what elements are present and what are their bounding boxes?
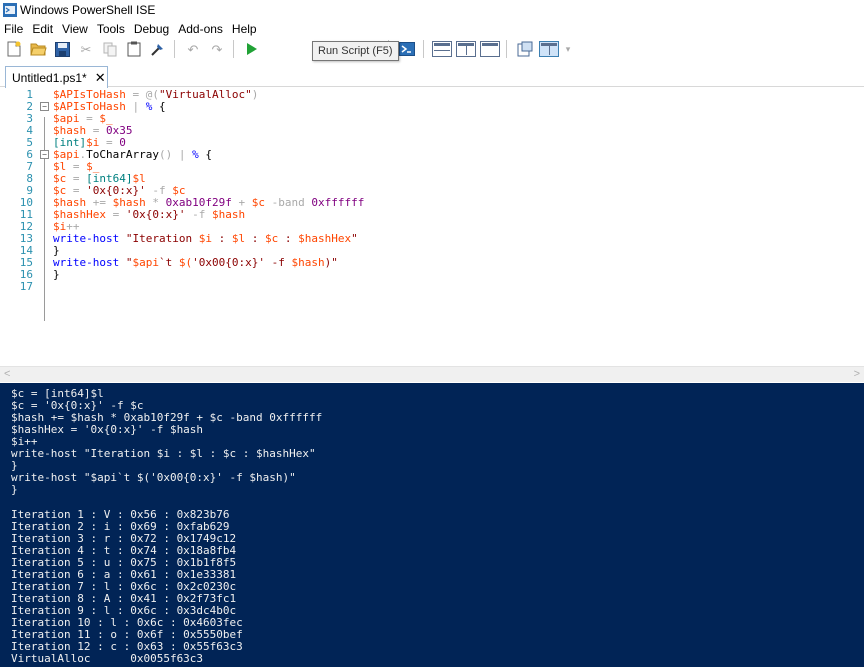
menu-help[interactable]: Help bbox=[228, 22, 262, 36]
toolbar-separator bbox=[174, 40, 175, 58]
console-line: } bbox=[11, 483, 18, 496]
save-icon[interactable] bbox=[52, 39, 72, 59]
console-line: $hashHex = '0x{0:x}' -f $hash bbox=[11, 423, 204, 436]
console-pane[interactable]: $c = [int64]$l $c = '0x{0:x}' -f $c $has… bbox=[0, 383, 864, 667]
code-line-13: write-host "Iteration $i : $l : $c : $ha… bbox=[53, 232, 358, 245]
undo-icon[interactable]: ↶ bbox=[183, 39, 203, 59]
menu-edit[interactable]: Edit bbox=[28, 22, 58, 36]
redo-icon[interactable]: ↷ bbox=[207, 39, 227, 59]
tab-untitled1[interactable]: Untitled1.ps1* ✕ bbox=[5, 66, 108, 88]
line-number: 17 bbox=[19, 280, 33, 293]
toolbar: ✂ ↶ ↷ ▾ bbox=[0, 38, 864, 60]
code-line-15: write-host "$api`t $('0x00{0:x}' -f $has… bbox=[53, 256, 338, 269]
paste-icon[interactable] bbox=[124, 39, 144, 59]
window-title: Windows PowerShell ISE bbox=[20, 3, 156, 17]
editor-horizontal-scrollbar[interactable]: < > bbox=[0, 366, 864, 382]
open-folder-icon[interactable] bbox=[28, 39, 48, 59]
menu-tools[interactable]: Tools bbox=[93, 22, 130, 36]
close-icon[interactable]: ✕ bbox=[95, 70, 106, 86]
layout-max-icon[interactable] bbox=[480, 39, 500, 59]
menu-debug[interactable]: Debug bbox=[130, 22, 174, 36]
cut-icon[interactable]: ✂ bbox=[76, 39, 96, 59]
scroll-right-icon[interactable]: > bbox=[854, 368, 860, 380]
layout-top-icon[interactable] bbox=[432, 39, 452, 59]
copy-icon[interactable] bbox=[100, 39, 120, 59]
fold-toggle-icon[interactable]: − bbox=[40, 102, 49, 111]
toolbar-separator bbox=[506, 40, 507, 58]
new-file-icon[interactable] bbox=[4, 39, 24, 59]
powershell-tab-icon[interactable] bbox=[397, 39, 417, 59]
menu-bar: File Edit View Tools Debug Add-ons Help bbox=[0, 20, 864, 38]
script-tab-row: Untitled1.ps1* ✕ ( bbox=[0, 61, 864, 88]
fold-guide bbox=[44, 117, 45, 321]
powershell-ise-icon bbox=[3, 3, 17, 17]
console-line: write-host "$api`t $('0x00{0:x}' -f $has… bbox=[11, 471, 296, 484]
tab-label: Untitled1.ps1* bbox=[12, 70, 87, 85]
code-line-11: $hashHex = '0x{0:x}' -f $hash bbox=[53, 208, 246, 221]
toolbar-separator bbox=[423, 40, 424, 58]
console-line: VirtualAlloc 0x0055f63c3 bbox=[11, 652, 204, 665]
menu-file[interactable]: File bbox=[0, 22, 28, 36]
title-bar: Windows PowerShell ISE bbox=[0, 0, 864, 20]
run-script-tooltip: Run Script (F5) bbox=[312, 41, 399, 61]
layout-right-icon[interactable] bbox=[456, 39, 476, 59]
run-script-icon[interactable] bbox=[242, 39, 262, 59]
fold-toggle-icon[interactable]: − bbox=[40, 150, 49, 159]
show-script-icon[interactable] bbox=[539, 39, 559, 59]
menu-view[interactable]: View bbox=[58, 22, 93, 36]
scroll-left-icon[interactable]: < bbox=[4, 368, 10, 380]
script-editor[interactable]: 1 $APIsToHash = @("VirtualAlloc") 2− $APIs… bbox=[0, 88, 864, 366]
code-line-16: } bbox=[53, 268, 60, 281]
toolbar-separator bbox=[233, 40, 234, 58]
toolbar-overflow-icon[interactable]: ▾ bbox=[563, 39, 573, 59]
show-console-icon[interactable] bbox=[515, 39, 535, 59]
console-line: write-host "Iteration $i : $l : $c : $ha… bbox=[11, 447, 316, 460]
clear-console-icon[interactable] bbox=[148, 39, 168, 59]
menu-addons[interactable]: Add-ons bbox=[174, 22, 228, 36]
